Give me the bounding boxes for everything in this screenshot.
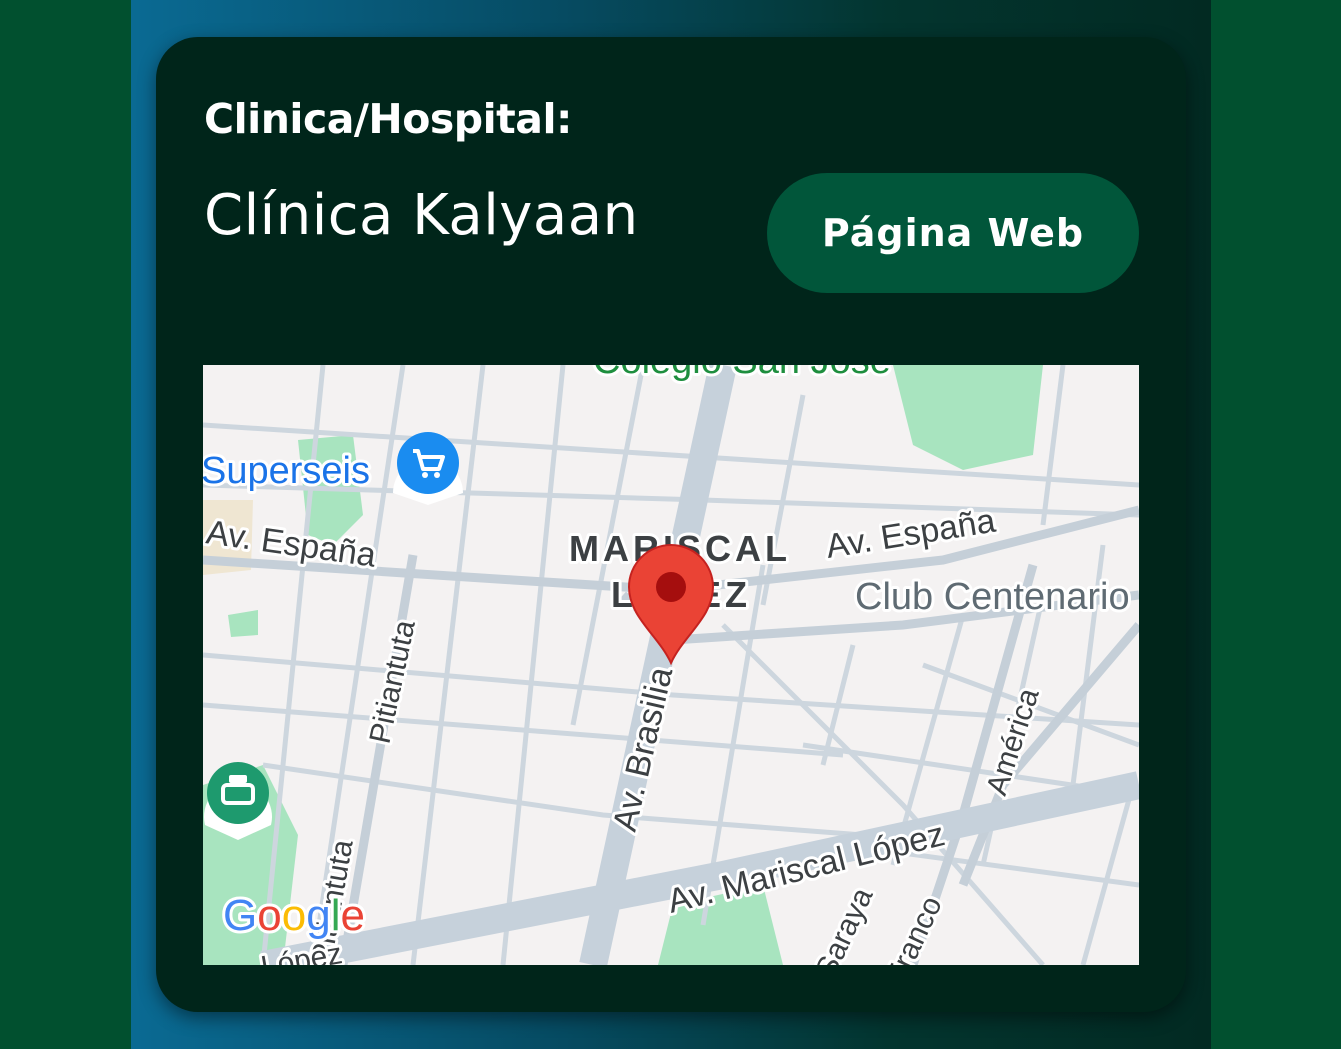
google-logo: Google: [220, 888, 368, 943]
place-label-superseis: Superseis: [203, 450, 370, 492]
clinic-label: Clinica/Hospital:: [204, 95, 572, 143]
location-map[interactable]: Colegio San José Superseis Av. España Av…: [203, 365, 1139, 965]
svg-text:Google: Google: [223, 891, 365, 940]
place-label-colegio: Colegio San José: [593, 365, 891, 382]
store-chain-icon[interactable]: [204, 762, 272, 840]
website-button[interactable]: Página Web: [767, 173, 1139, 293]
clinic-card: Clinica/Hospital: Clínica Kalyaan Página…: [156, 37, 1186, 1012]
clinic-name: Clínica Kalyaan: [204, 183, 639, 248]
place-label-club: Club Centenario: [855, 576, 1130, 618]
